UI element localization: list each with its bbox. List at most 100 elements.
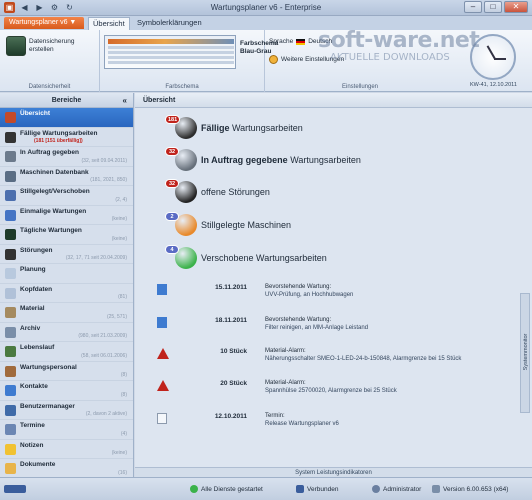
sidebar-item[interactable]: Archiv (980, seit 21.03.2009) <box>0 323 133 342</box>
summary-tile[interactable]: 2 Stillgelegte Maschinen <box>165 212 291 236</box>
sidebar-item-label: Einmalige Wartungen <box>20 207 87 215</box>
title-bar: ▣ ◀ ▶ ⚙ ↻ Wartungsplaner v6 - Enterprise… <box>0 0 532 16</box>
warning-icon <box>157 380 169 391</box>
color-scheme-gallery[interactable] <box>104 35 236 69</box>
event-description: Filter reinigen, an MM-Anlage Leistand <box>265 325 369 331</box>
event-date: 20 Stück <box>220 380 247 387</box>
event-row[interactable]: 18.11.2011 Bevorstehende Wartung: Filter r… <box>157 315 497 337</box>
warning-icon <box>157 348 169 359</box>
sidebar-item-icon <box>5 346 16 357</box>
close-button[interactable]: ✕ <box>504 1 528 13</box>
sidebar-item[interactable]: Material (25, 571) <box>0 303 133 323</box>
sidebar-item-label: Material <box>20 305 45 312</box>
side-tab-systemmonitor[interactable]: Systemmonitor <box>520 293 530 413</box>
sidebar-item-icon <box>5 112 16 123</box>
sidebar-item-count: (25, 571) <box>106 313 127 320</box>
performance-indicators-bar[interactable]: System Leistungsindikatoren <box>135 467 532 477</box>
summary-tile[interactable]: 32 offene Störungen <box>165 179 270 203</box>
ok-icon <box>190 485 198 493</box>
maximize-button[interactable]: □ <box>484 1 502 13</box>
sidebar-item-label: Dokumente <box>20 461 56 468</box>
info-icon <box>432 485 440 493</box>
sidebar-item-icon <box>5 190 16 201</box>
version-status: Version 6.00.653 (x64) <box>432 485 508 493</box>
group-label-settings: Einstellungen <box>341 84 379 90</box>
minimize-button[interactable]: – <box>464 1 482 13</box>
status-logo <box>4 485 26 493</box>
sidebar: Bereiche « Übersicht Fällige Wartungsarbe… <box>0 93 134 479</box>
sidebar-item-icon <box>5 151 16 162</box>
info-icon <box>157 317 167 328</box>
settings-icon <box>269 55 278 64</box>
summary-tile[interactable]: 32 In Auftrag gegebene Wartungsarbeiten <box>165 147 361 171</box>
sidebar-item[interactable]: Maschinen Datenbank (181, 2021, 850) <box>0 167 133 186</box>
sidebar-item-icon <box>5 365 16 377</box>
tile-label: Verschobene Wartungsarbeiten <box>201 253 327 263</box>
sidebar-item-count: (8) <box>120 372 127 378</box>
sidebar-item-label: Maschinen Datenbank <box>20 168 89 176</box>
sidebar-item-count: (4) <box>120 430 127 437</box>
sidebar-item[interactable]: Störungen (32, 17, 71 seit 20.04.2009) <box>0 245 133 264</box>
sidebar-item[interactable]: In Auftrag gegeben (32, seit 09.04.2011) <box>0 147 133 167</box>
collapse-icon[interactable]: « <box>123 93 127 108</box>
sidebar-item-count: (2, 4) <box>115 196 127 203</box>
sidebar-item-icon <box>5 170 16 182</box>
sidebar-item-icon <box>5 131 16 143</box>
sidebar-item[interactable]: Wartungspersonal (8) <box>0 362 133 381</box>
tab-symbolerklaerungen[interactable]: Symbolerklärungen <box>133 17 206 30</box>
event-description: Spannhülse 25700020, Alarmgrenze bei 25 … <box>265 388 397 394</box>
sidebar-item-label: In Auftrag gegeben <box>20 149 79 156</box>
main-panel: Übersicht 181 Fällige Wartungsarbeiten 32 I… <box>135 93 532 477</box>
event-row[interactable]: 15.11.2011 Bevorstehende Wartung: UVV-Prüf… <box>157 282 497 304</box>
sidebar-item[interactable]: Tägliche Wartungen (keine) <box>0 225 133 245</box>
sidebar-item[interactable]: Lebenslauf (58, seit 06.01.2006) <box>0 342 133 362</box>
language-label: Sprache <box>269 38 294 45</box>
tile-label: offene Störungen <box>201 187 270 197</box>
sidebar-item-icon <box>5 463 16 474</box>
count-badge: 4 <box>165 245 179 254</box>
backup-button[interactable]: Datensicherung erstellen <box>6 36 89 56</box>
tab-uebersicht[interactable]: Übersicht <box>88 17 130 30</box>
status-bar: Alle Dienste gestartet Verbunden Adminis… <box>0 477 532 500</box>
sidebar-item[interactable]: Dokumente (16) <box>0 459 133 479</box>
tile-label: In Auftrag gegebene Wartungsarbeiten <box>201 155 361 165</box>
sidebar-item[interactable]: Kontakte (8) <box>0 381 133 401</box>
sidebar-item-count: (980, seit 21.03.2009) <box>78 333 127 339</box>
connection-status: Verbunden <box>296 485 338 493</box>
sidebar-item-icon <box>5 209 16 221</box>
event-title: Termin: <box>265 413 285 419</box>
summary-tile[interactable]: 4 Verschobene Wartungsarbeiten <box>165 245 327 269</box>
watermark-subtitle: AKTUELLE DOWNLOADS <box>330 52 450 63</box>
sidebar-item[interactable]: Einmalige Wartungen (keine) <box>0 206 133 225</box>
sidebar-item[interactable]: Kopfdaten (81) <box>0 284 133 303</box>
event-date: 10 Stück <box>220 348 247 355</box>
sidebar-item-count: (181 [151 überfällig]) <box>34 138 83 144</box>
event-description: UVV-Prüfung, an Hochhubwagen <box>265 292 354 298</box>
sidebar-item-count: (keine) <box>111 216 127 222</box>
event-row[interactable]: 10 Stück Material-Alarm: Näherungsschalter… <box>157 346 497 368</box>
event-date: 15.11.2011 <box>215 284 247 291</box>
sidebar-item[interactable]: Termine (4) <box>0 420 133 440</box>
event-row[interactable]: 12.10.2011 Termin: Release Wartungsplaner … <box>157 411 497 433</box>
event-date: 12.10.2011 <box>214 413 247 420</box>
sidebar-item[interactable]: Übersicht <box>0 108 133 128</box>
sidebar-item[interactable]: Notizen (keine) <box>0 440 133 459</box>
sidebar-item-count: (58, seit 06.01.2006) <box>81 352 127 359</box>
summary-tile[interactable]: 181 Fällige Wartungsarbeiten <box>165 115 303 139</box>
sidebar-item-count: (81) <box>118 294 127 300</box>
sidebar-item[interactable]: Stillgelegt/Verschoben (2, 4) <box>0 186 133 206</box>
sidebar-item[interactable]: Planung <box>0 264 133 284</box>
event-row[interactable]: 20 Stück Material-Alarm: Spannhülse 257000… <box>157 378 497 400</box>
sidebar-item-label: Kopfdaten <box>20 285 53 293</box>
sidebar-item[interactable]: Benutzermanager (2, davon 2 aktive) <box>0 401 133 420</box>
app-menu-button[interactable]: Wartungsplaner v6 ▼ <box>4 17 84 29</box>
sidebar-item-label: Lebenslauf <box>20 344 55 351</box>
sidebar-item-label: Wartungspersonal <box>20 363 77 371</box>
tile-icon: 4 <box>165 245 197 269</box>
window-title: Wartungsplaner v6 - Enterprise <box>210 3 322 12</box>
watermark-logo: soft-ware.net <box>318 28 480 53</box>
sidebar-item-icon <box>5 229 16 240</box>
sidebar-item-icon <box>5 287 16 299</box>
sidebar-item-icon <box>5 268 16 279</box>
sidebar-item[interactable]: Fällige Wartungsarbeiten (181 [151 überfä… <box>0 128 133 147</box>
